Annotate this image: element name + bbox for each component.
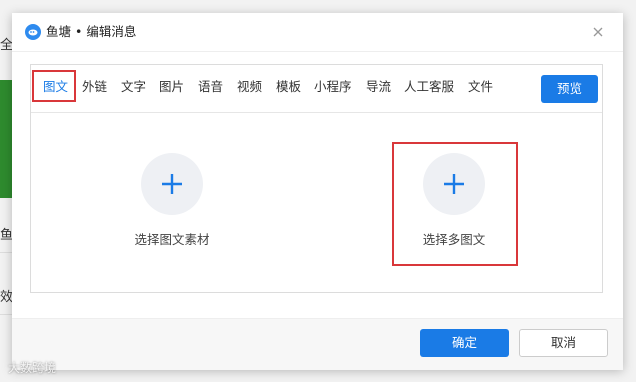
background-green-panel <box>0 80 12 198</box>
watermark: 大数跨境 <box>8 361 56 375</box>
tab-customer-service[interactable]: 人工客服 <box>404 79 454 95</box>
confirm-button[interactable]: 确定 <box>420 329 509 357</box>
tab-template[interactable]: 模板 <box>276 79 301 95</box>
tab-traffic-guide[interactable]: 导流 <box>366 79 391 95</box>
cancel-button[interactable]: 取消 <box>519 329 608 357</box>
app-logo-icon <box>25 24 41 40</box>
dialog-header: 鱼塘 • 编辑消息 <box>12 13 623 52</box>
preview-button[interactable]: 预览 <box>541 75 598 103</box>
option-label: 选择图文素材 <box>134 232 210 247</box>
tab-article[interactable]: 图文 <box>43 79 68 95</box>
plus-icon[interactable] <box>141 153 203 215</box>
message-editor-panel: 图文 外链 文字 图片 语音 视频 模板 小程序 导流 人工客服 文件 预览 选… <box>30 64 603 293</box>
message-type-tabs: 图文 外链 文字 图片 语音 视频 模板 小程序 导流 人工客服 文件 预览 <box>31 65 602 113</box>
watermark-text: 大数跨境 <box>8 361 57 375</box>
dialog-title: 鱼塘 • 编辑消息 <box>46 24 137 39</box>
tab-video[interactable]: 视频 <box>237 79 262 95</box>
tab-file[interactable]: 文件 <box>468 79 493 95</box>
dialog-footer: 确定 取消 <box>12 318 623 370</box>
background-divider <box>0 252 12 253</box>
close-icon[interactable] <box>591 24 605 38</box>
tab-image[interactable]: 图片 <box>159 79 184 95</box>
tab-voice[interactable]: 语音 <box>198 79 223 95</box>
tab-mini-program[interactable]: 小程序 <box>314 79 352 95</box>
option-label: 选择多图文 <box>422 232 486 247</box>
plus-icon[interactable] <box>423 153 485 215</box>
select-article-material-option[interactable]: 选择图文素材 <box>92 153 252 248</box>
select-multi-article-option[interactable]: 选择多图文 <box>374 153 534 248</box>
tab-external-link[interactable]: 外链 <box>82 79 107 95</box>
background-divider <box>0 314 12 315</box>
tab-text[interactable]: 文字 <box>121 79 146 95</box>
edit-message-dialog: 鱼塘 • 编辑消息 图文 外链 文字 图片 语音 视频 模板 小程序 导流 人工… <box>12 13 623 370</box>
